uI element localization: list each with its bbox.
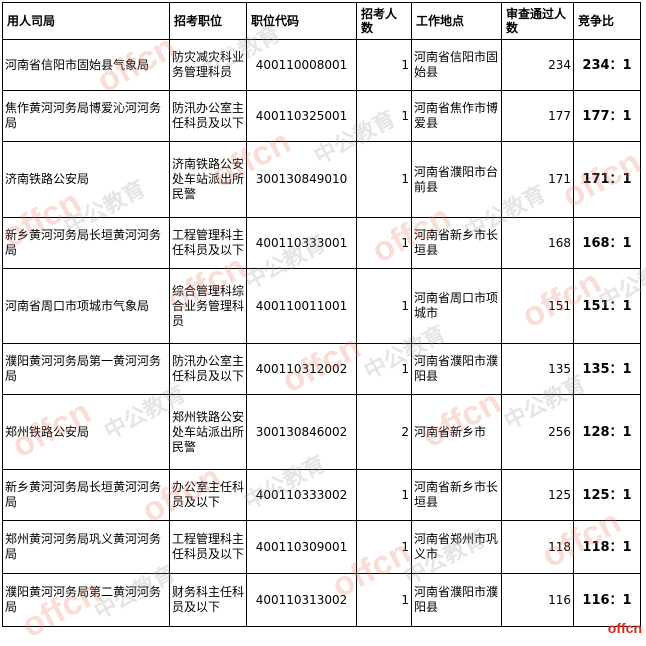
passed-cell: 125 <box>501 469 574 521</box>
passed-cell: 116 <box>501 573 574 627</box>
code-cell: 400110309001 <box>246 520 357 574</box>
code-cell: 400110325001 <box>246 90 357 142</box>
position-cell: 工程管理科主任科员及以下 <box>169 217 247 269</box>
location-cell: 河南省濮阳市濮阳县 <box>411 343 502 395</box>
quota-cell: 1 <box>356 469 412 521</box>
employer-cell: 郑州铁路公安局 <box>2 394 170 470</box>
employer-cell: 郑州黄河河务局巩义黄河河务局 <box>2 520 170 574</box>
header-row: 用人司局 招考职位 职位代码 招考人数 工作地点 审查通过人数 竞争比 <box>2 2 641 40</box>
quota-cell: 1 <box>356 268 412 344</box>
code-cell: 300130846002 <box>246 394 357 470</box>
employer-cell: 济南铁路公安局 <box>2 141 170 218</box>
passed-cell: 151 <box>501 268 574 344</box>
table-row: 焦作黄河河务局博爱沁河河务局 防汛办公室主任科员及以下 400110325001… <box>2 90 641 142</box>
header-employer: 用人司局 <box>2 2 170 40</box>
position-cell: 防汛办公室主任科员及以下 <box>169 343 247 395</box>
quota-cell: 1 <box>356 141 412 218</box>
table-row: 河南省周口市项城市气象局 综合管理科综合业务管理科员 400110011001 … <box>2 268 641 344</box>
location-cell: 河南省濮阳市濮阳县 <box>411 573 502 627</box>
header-location: 工作地点 <box>411 2 502 40</box>
location-cell: 河南省周口市项城市 <box>411 268 502 344</box>
table-row: 济南铁路公安局 济南铁路公安处车站派出所民警 300130849010 1 河南… <box>2 141 641 218</box>
header-quota: 招考人数 <box>356 2 412 40</box>
passed-cell: 234 <box>501 39 574 91</box>
table-row: 郑州黄河河务局巩义黄河河务局 工程管理科主任科员及以下 400110309001… <box>2 520 641 574</box>
location-cell: 河南省郑州市巩义市 <box>411 520 502 574</box>
code-cell: 400110313002 <box>246 573 357 627</box>
employer-cell: 新乡黄河河务局长垣黄河河务局 <box>2 469 170 521</box>
table-row: 郑州铁路公安局 郑州铁路公安处车站派出所民警 300130846002 2 河南… <box>2 394 641 470</box>
code-cell: 300130849010 <box>246 141 357 218</box>
location-cell: 河南省新乡市长垣县 <box>411 217 502 269</box>
ratio-cell: 116：1 <box>573 573 641 627</box>
table-row: 新乡黄河河务局长垣黄河河务局 办公室主任科员及以下 400110333002 1… <box>2 469 641 521</box>
quota-cell: 1 <box>356 90 412 142</box>
location-cell: 河南省新乡市 <box>411 394 502 470</box>
position-cell: 防灾减灾科业务管理科员 <box>169 39 247 91</box>
header-passed: 审查通过人数 <box>501 2 574 40</box>
table-row: 新乡黄河河务局长垣黄河河务局 工程管理科主任科员及以下 400110333001… <box>2 217 641 269</box>
quota-cell: 1 <box>356 217 412 269</box>
header-code: 职位代码 <box>246 2 357 40</box>
employer-cell: 河南省信阳市固始县气象局 <box>2 39 170 91</box>
position-cell: 防汛办公室主任科员及以下 <box>169 90 247 142</box>
code-cell: 400110008001 <box>246 39 357 91</box>
passed-cell: 168 <box>501 217 574 269</box>
employer-cell: 濮阳黄河河务局第二黄河河务局 <box>2 573 170 627</box>
table-row: 河南省信阳市固始县气象局 防灾减灾科业务管理科员 400110008001 1 … <box>2 39 641 91</box>
quota-cell: 1 <box>356 39 412 91</box>
ratio-cell: 125：1 <box>573 469 641 521</box>
ratio-cell: 177：1 <box>573 90 641 142</box>
ratio-cell: 171：1 <box>573 141 641 218</box>
location-cell: 河南省新乡市长垣县 <box>411 469 502 521</box>
location-cell: 河南省濮阳市台前县 <box>411 141 502 218</box>
ratio-cell: 234：1 <box>573 39 641 91</box>
position-cell: 济南铁路公安处车站派出所民警 <box>169 141 247 218</box>
code-cell: 400110333001 <box>246 217 357 269</box>
quota-cell: 1 <box>356 520 412 574</box>
ratio-cell: 118：1 <box>573 520 641 574</box>
location-cell: 河南省焦作市博爱县 <box>411 90 502 142</box>
quota-cell: 2 <box>356 394 412 470</box>
ratio-cell: 168：1 <box>573 217 641 269</box>
quota-cell: 1 <box>356 573 412 627</box>
employer-cell: 河南省周口市项城市气象局 <box>2 268 170 344</box>
ratio-cell: 135：1 <box>573 343 641 395</box>
employer-cell: 焦作黄河河务局博爱沁河河务局 <box>2 90 170 142</box>
location-cell: 河南省信阳市固始县 <box>411 39 502 91</box>
position-cell: 办公室主任科员及以下 <box>169 469 247 521</box>
code-cell: 400110011001 <box>246 268 357 344</box>
passed-cell: 171 <box>501 141 574 218</box>
position-cell: 综合管理科综合业务管理科员 <box>169 268 247 344</box>
code-cell: 400110333002 <box>246 469 357 521</box>
quota-cell: 1 <box>356 343 412 395</box>
code-cell: 400110312002 <box>246 343 357 395</box>
employer-cell: 新乡黄河河务局长垣黄河河务局 <box>2 217 170 269</box>
header-position: 招考职位 <box>169 2 247 40</box>
table-row: 濮阳黄河河务局第二黄河河务局 财务科主任科员及以下 400110313002 1… <box>2 573 641 627</box>
passed-cell: 256 <box>501 394 574 470</box>
table-row: 濮阳黄河河务局第一黄河河务局 防汛办公室主任科员及以下 400110312002… <box>2 343 641 395</box>
position-cell: 郑州铁路公安处车站派出所民警 <box>169 394 247 470</box>
ratio-cell: 151：1 <box>573 268 641 344</box>
position-cell: 工程管理科主任科员及以下 <box>169 520 247 574</box>
competition-ratio-table: 用人司局 招考职位 职位代码 招考人数 工作地点 审查通过人数 竞争比 河南省信… <box>2 2 641 627</box>
passed-cell: 118 <box>501 520 574 574</box>
employer-cell: 濮阳黄河河务局第一黄河河务局 <box>2 343 170 395</box>
ratio-cell: 128：1 <box>573 394 641 470</box>
position-cell: 财务科主任科员及以下 <box>169 573 247 627</box>
header-ratio: 竞争比 <box>573 2 641 40</box>
passed-cell: 177 <box>501 90 574 142</box>
passed-cell: 135 <box>501 343 574 395</box>
brand-logo: offcn <box>607 620 642 636</box>
